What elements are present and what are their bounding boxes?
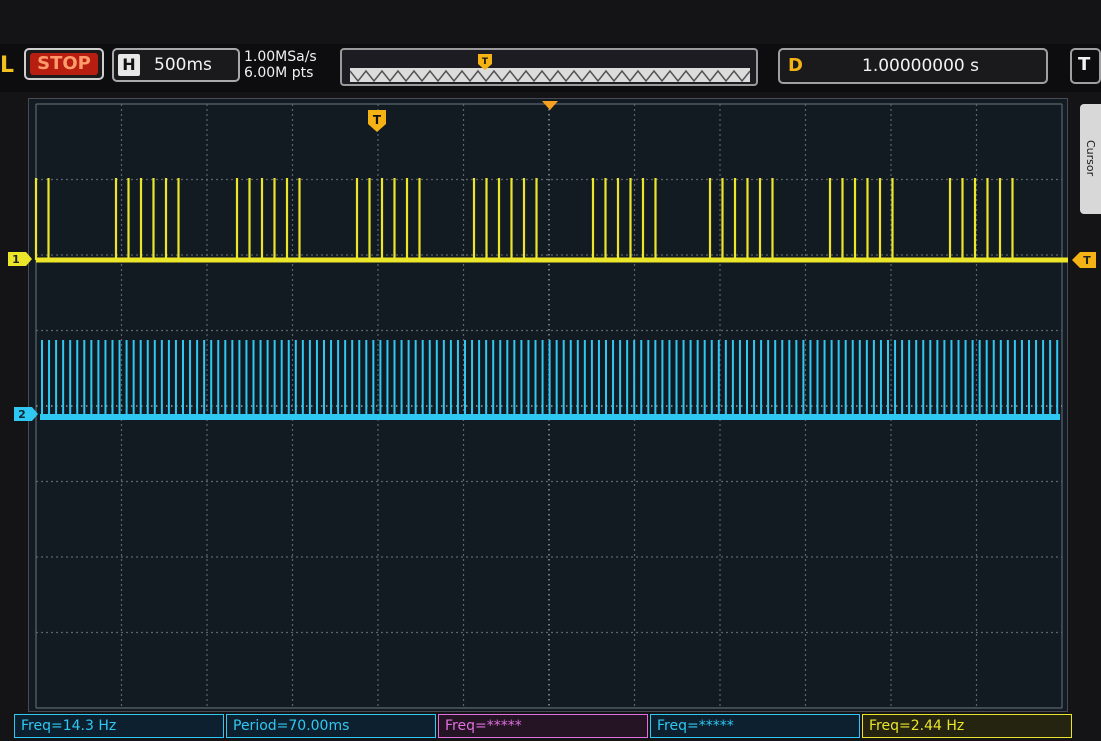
waveform-overlay: T T 1 2 T bbox=[8, 54, 1096, 709]
trigger-level-label: T bbox=[1083, 254, 1091, 267]
channel-2-marker-label: 2 bbox=[18, 408, 26, 421]
channel-1-trace bbox=[34, 178, 1068, 263]
measurement-period-ch2[interactable]: Period=70.00ms bbox=[226, 714, 436, 738]
channel-1-marker-label: 1 bbox=[12, 253, 20, 266]
center-time-marker bbox=[542, 101, 558, 110]
measurement-freq-invalid-2[interactable]: Freq=***** bbox=[650, 714, 860, 738]
measurement-freq-ch2[interactable]: Freq=14.3 Hz bbox=[14, 714, 224, 738]
memory-trigger-marker-label: T bbox=[482, 57, 489, 67]
trigger-position-label: T bbox=[373, 113, 382, 127]
measurement-freq-invalid[interactable]: Freq=***** bbox=[438, 714, 648, 738]
measurement-freq-ch1[interactable]: Freq=2.44 Hz bbox=[862, 714, 1072, 738]
